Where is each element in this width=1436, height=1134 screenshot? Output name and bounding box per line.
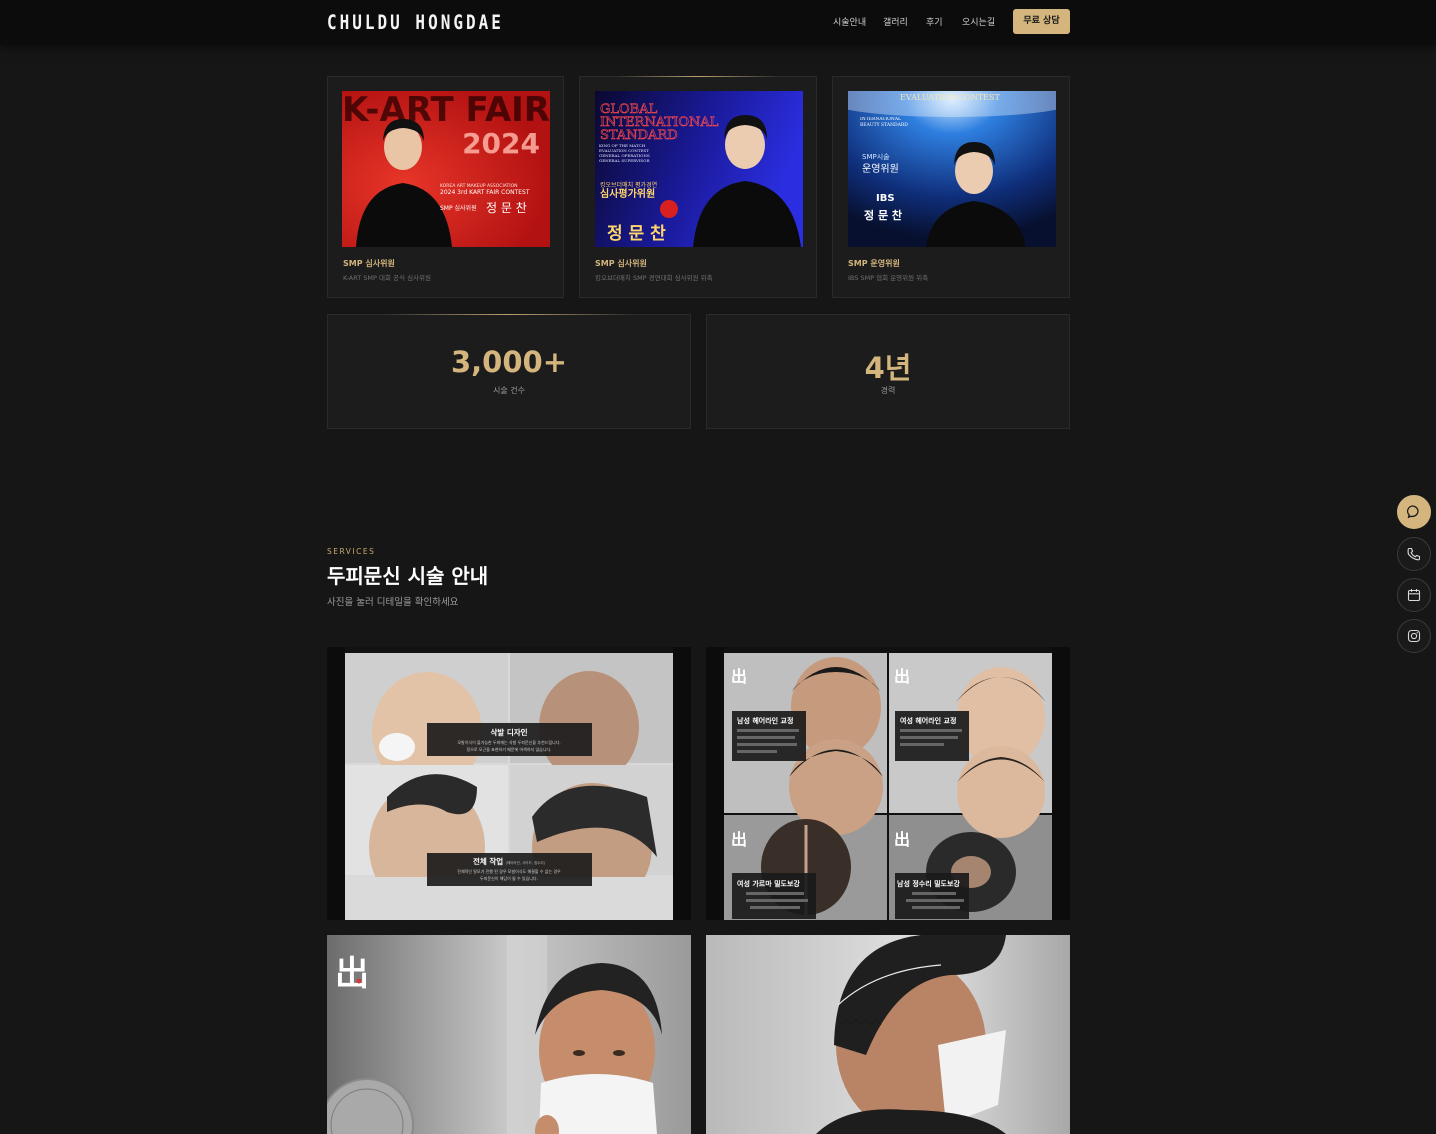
svg-text:남성 헤어라인 교정: 남성 헤어라인 교정 xyxy=(737,716,793,725)
chat-button[interactable] xyxy=(1397,495,1431,529)
chat-icon xyxy=(1407,505,1419,519)
stat-value: 4년 xyxy=(864,351,912,385)
gallery-item-before-after-side[interactable] xyxy=(706,935,1070,1134)
svg-text:出: 出 xyxy=(894,830,910,849)
gallery-item-hairline-density[interactable]: 出 出 出 出 남성 헤어라인 교정 여성 헤어라인 교정 여성 가르마 밀도보… xyxy=(706,647,1070,920)
gallery-item-before-after-front[interactable]: 出 xyxy=(327,935,691,1134)
stat-label: 시술 건수 xyxy=(493,386,525,395)
nav-item-reviews[interactable]: 후기 xyxy=(926,15,943,28)
site-header: CHULDU HONGDAE 시술안내 갤러리 후기 오시는길 무료 상담 xyxy=(0,0,1436,45)
stat-label: 경력 xyxy=(880,386,896,395)
card-accent-line xyxy=(615,76,781,77)
phone-button[interactable] xyxy=(1397,537,1431,571)
award-title: SMP 심사위원 xyxy=(343,259,395,268)
instagram-button[interactable] xyxy=(1397,619,1431,653)
svg-text:삭발 디자인: 삭발 디자인 xyxy=(490,727,527,737)
svg-text:出: 出 xyxy=(894,667,910,686)
svg-text:出: 出 xyxy=(731,667,747,686)
poster-headline-3: STANDARD xyxy=(600,128,678,143)
poster-name: 정 문 찬 xyxy=(607,224,666,244)
award-title: SMP 운영위원 xyxy=(848,259,900,268)
gallery-item-shaved-design[interactable]: 삭발 디자인 모발이식이 불가능한 두피에는 삭발 두피문신을 추천드립니다. … xyxy=(327,647,691,920)
phone-icon xyxy=(1407,547,1421,561)
poster-name: 정 문 찬 xyxy=(864,208,902,222)
svg-text:여성 가르마 밀도보강: 여성 가르마 밀도보강 xyxy=(737,879,800,888)
poster-headline: K-ART FAIR xyxy=(342,91,550,130)
poster-badge: INTERNATIONAL BEAUTY STANDARD xyxy=(860,117,908,128)
poster-org: IBS xyxy=(876,193,895,204)
section-title: 두피문신 시술 안내 xyxy=(327,564,489,588)
stat-value: 3,000+ xyxy=(450,345,568,379)
poster-line2: 2024 3rd KART FAIR CONTEST xyxy=(440,189,530,196)
award-subtitle: IBS SMP 협회 운영위원 위촉 xyxy=(848,274,929,282)
award-subtitle: 킹오브더매치 SMP 경연대회 심사위원 위촉 xyxy=(595,274,713,282)
poster-small-text: KING OF THE MATCH EVALUATION CONTEST GEN… xyxy=(599,143,650,163)
poster-name: 정 문 찬 xyxy=(486,200,527,215)
award-poster-image[interactable]: GLOBAL INTERNATIONAL STANDARD KING OF TH… xyxy=(595,91,803,247)
svg-text:出: 出 xyxy=(731,830,747,849)
nav-item-location[interactable]: 오시는길 xyxy=(962,15,995,28)
section-subtitle: 사진을 눌러 디테일을 확인하세요 xyxy=(327,597,459,608)
poster-role: 운영위원 xyxy=(862,162,899,175)
calendar-button[interactable] xyxy=(1397,578,1431,612)
nav-item-gallery[interactable]: 갤러리 xyxy=(883,15,908,28)
poster-headline: EVALUATION CONTEST xyxy=(900,93,1000,102)
award-poster-image[interactable]: K-ART FAIR 2024 KOREA ART MAKEUP ASSOCIA… xyxy=(342,91,550,247)
site-logo[interactable]: CHULDU HONGDAE xyxy=(327,11,504,34)
award-subtitle: K-ART SMP 대회 공식 심사위원 xyxy=(343,274,432,282)
svg-text:두피문신이 해답이 될 수 있습니다.: 두피문신이 해답이 될 수 있습니다. xyxy=(480,875,538,881)
poster-role: 심사평가위원 xyxy=(600,187,655,200)
award-card[interactable]: GLOBAL INTERNATIONAL STANDARD KING OF TH… xyxy=(579,76,817,298)
instagram-icon xyxy=(1407,629,1421,643)
calendar-icon xyxy=(1407,589,1421,602)
poster-role-small: SMP시술 xyxy=(862,152,890,161)
svg-text:모발이식이 불가능한 두피에는 삭발 두피문신을 추천드립니: 모발이식이 불가능한 두피에는 삭발 두피문신을 추천드립니다. xyxy=(457,739,560,745)
nav-item-services[interactable]: 시술안내 xyxy=(833,15,866,28)
svg-text:정으로 모근을 표현하기 때문에 어색하지 않습니다.: 정으로 모근을 표현하기 때문에 어색하지 않습니다. xyxy=(467,746,552,752)
award-poster-image[interactable]: EVALUATION CONTEST INTERNATIONAL BEAUTY … xyxy=(848,91,1056,247)
svg-text:남성 정수리 밀도보강: 남성 정수리 밀도보강 xyxy=(897,879,960,888)
card-accent-line xyxy=(382,314,636,315)
svg-text:여성 헤어라인 교정: 여성 헤어라인 교정 xyxy=(900,716,956,725)
svg-text:出: 出 xyxy=(335,954,369,994)
stat-card: 3,000+ 시술 건수 xyxy=(327,314,691,429)
section-eyebrow: SERVICES xyxy=(327,547,376,556)
svg-text:전체적인 탈모가 진행 된 경우 모발이식도 해결할 수 없: 전체적인 탈모가 진행 된 경우 모발이식도 해결할 수 없는 경우 xyxy=(457,868,561,874)
poster-year: 2024 xyxy=(462,127,540,160)
award-title: SMP 심사위원 xyxy=(595,259,647,268)
free-consult-button[interactable]: 무료 상담 xyxy=(1013,9,1070,34)
poster-role: SMP 심사위원 xyxy=(440,204,477,212)
award-card[interactable]: K-ART FAIR 2024 KOREA ART MAKEUP ASSOCIA… xyxy=(327,76,564,298)
award-card[interactable]: EVALUATION CONTEST INTERNATIONAL BEAUTY … xyxy=(832,76,1070,298)
poster-role-small: 킹오브더매치 평가경연 xyxy=(600,181,657,189)
stat-card: 4년 경력 xyxy=(706,314,1070,429)
